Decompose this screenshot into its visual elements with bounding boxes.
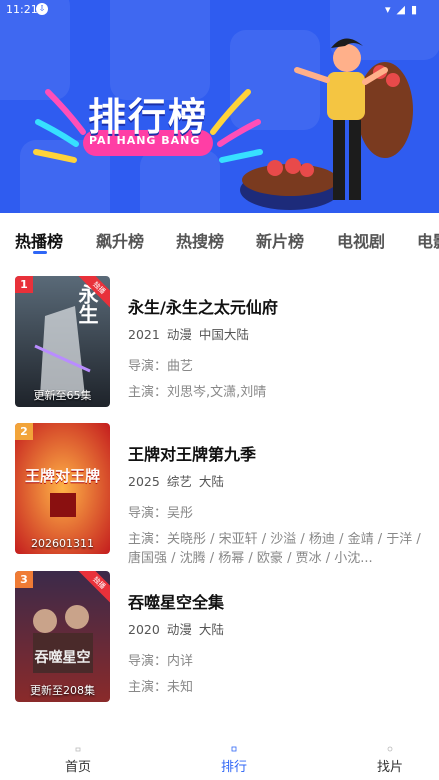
poster[interactable]: 吞噬星空 3 独播 更新至208集: [15, 571, 110, 702]
category-tabs: 热播榜 飙升榜 热搜榜 新片榜 电视剧 电影: [0, 213, 439, 259]
item-region: 大陆: [198, 474, 224, 489]
nav-home-label: 首页: [64, 760, 91, 775]
item-region: 中国大陆: [198, 327, 249, 342]
item-meta: 2021 动漫 中国大陆: [128, 324, 428, 343]
rank-badge: 3: [15, 571, 33, 588]
item-year: 2020: [128, 622, 160, 637]
poster-caption: 更新至65集: [33, 389, 92, 402]
banner-subtitle: PAI HANG BANG: [89, 134, 201, 147]
item-year: 2021: [128, 327, 160, 342]
ranking-icon: [231, 746, 237, 752]
item-year: 2025: [128, 474, 160, 489]
item-genre: 动漫: [166, 622, 192, 637]
tab-indicator: [33, 251, 47, 254]
list-item[interactable]: 吞噬星空 3 独播 更新至208集 吞噬星空全集 2020 动漫 大陆 导演：内详 …: [0, 571, 439, 703]
person-illustration: [240, 38, 413, 210]
tab-tv-series[interactable]: 电视剧: [337, 228, 385, 252]
nav-home[interactable]: 首页: [48, 746, 108, 775]
list-item[interactable]: 王牌对王牌 2 202601311 王牌对王牌第九季 2025 综艺 大陆 导演：吴…: [0, 423, 439, 566]
nav-ranking-label: 排行: [220, 760, 247, 775]
nav-ranking[interactable]: 排行: [204, 746, 264, 775]
bottom-nav: 首页 排行 找片: [0, 740, 439, 780]
rank-badge: 1: [15, 276, 33, 293]
tab-movie[interactable]: 电影: [417, 228, 439, 252]
poster-title: 王牌对王牌: [24, 467, 100, 485]
item-genre: 综艺: [166, 474, 192, 489]
item-actors: 主演：关晓彤 / 宋亚轩 / 沙溢 / 杨迪 / 金靖 / 于洋 / 唐国强 /…: [128, 532, 421, 566]
tab-hot-search[interactable]: 热搜榜: [176, 228, 224, 252]
item-title[interactable]: 永生/永生之太元仙府: [128, 294, 428, 318]
item-actors: 主演：未知: [128, 680, 194, 695]
tab-rising[interactable]: 飙升榜: [96, 228, 144, 252]
tab-new-release[interactable]: 新片榜: [256, 228, 304, 252]
item-director: 导演：曲艺: [128, 359, 194, 374]
item-meta: 2020 动漫 大陆: [128, 619, 428, 638]
tab-hot-play[interactable]: 热播榜: [15, 228, 63, 252]
item-director: 导演：内详: [128, 654, 194, 669]
item-region: 大陆: [198, 622, 224, 637]
item-meta: 2025 综艺 大陆: [128, 471, 428, 490]
notification-icon: ⇩: [36, 3, 48, 15]
poster[interactable]: 王牌对王牌 2 202601311: [15, 423, 110, 554]
home-icon: [75, 747, 81, 752]
item-title[interactable]: 吞噬星空全集: [128, 589, 428, 613]
poster-caption: 202601311: [31, 537, 94, 550]
nav-find[interactable]: 找片: [360, 746, 420, 775]
list-item[interactable]: 永生 1 独播 更新至65集 永生/永生之太元仙府 2021 动漫 中国大陆 导演：…: [0, 276, 439, 408]
nav-find-label: 找片: [376, 760, 403, 775]
poster[interactable]: 永生 1 独播 更新至65集: [15, 276, 110, 407]
find-icon: [387, 746, 393, 752]
banner: 11:21 ⇩ ▾ ◢ ▮ 排行榜 PAI HANG BANG: [0, 0, 439, 213]
item-genre: 动漫: [166, 327, 192, 342]
poster-title: 吞噬星空: [34, 650, 91, 666]
poster-image: [15, 423, 110, 554]
item-title[interactable]: 王牌对王牌第九季: [128, 441, 428, 465]
item-director: 导演：吴彤: [128, 506, 194, 521]
banner-title: 排行榜: [88, 95, 209, 139]
item-actors: 主演：刘思岑,文潇,刘晴: [128, 385, 267, 400]
rank-badge: 2: [15, 423, 33, 440]
poster-caption: 更新至208集: [30, 684, 95, 697]
status-time: 11:21: [6, 3, 38, 16]
